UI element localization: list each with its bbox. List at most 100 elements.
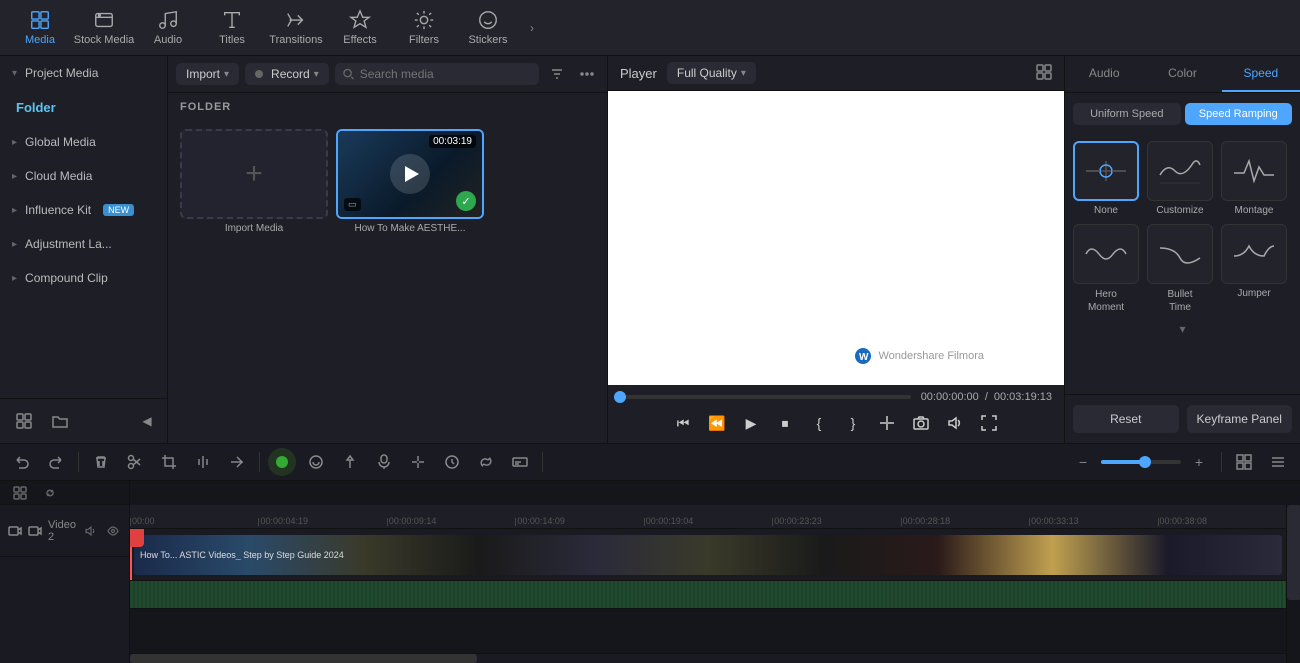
tl-more-button[interactable]	[223, 448, 251, 476]
timeline-tracks-wrapper: Video 2 00:00	[0, 505, 1300, 663]
record-button[interactable]: Record ▾	[245, 63, 329, 85]
progress-bar[interactable]	[620, 395, 911, 399]
timeline-left-icons	[0, 481, 130, 505]
sidebar-item-cloud-media[interactable]: ▸ Cloud Media	[0, 159, 167, 193]
left-panel-bottom: ◀	[0, 398, 167, 443]
zoom-track[interactable]	[1101, 460, 1181, 464]
speed-card-montage[interactable]: Montage	[1221, 141, 1287, 216]
player-progress: 00:00:00:00 / 00:03:19:13	[620, 391, 1052, 403]
sidebar-item-adjustment-layer[interactable]: ▸ Adjustment La...	[0, 227, 167, 261]
tl-record-button[interactable]	[268, 448, 296, 476]
keyframe-panel-button[interactable]: Keyframe Panel	[1187, 405, 1293, 433]
mark-out-button[interactable]: }	[839, 409, 867, 437]
timeline-right: 00:00 00:00:04:19 00:00:09:14 00:00:14:0…	[130, 505, 1286, 663]
tl-layout-button[interactable]	[1230, 448, 1258, 476]
media-panel: Import ▾ Record ▾ FOL	[168, 56, 608, 443]
skip-back-button[interactable]: ⏮	[669, 409, 697, 437]
tl-color-button[interactable]	[302, 448, 330, 476]
zoom-in-button[interactable]: +	[1185, 448, 1213, 476]
tl-audio-detach-button[interactable]	[404, 448, 432, 476]
sidebar-item-folder[interactable]: Folder	[0, 90, 167, 125]
player-header-icons	[1036, 64, 1052, 83]
video-thumb-name: How To Make AESTHE...	[336, 223, 484, 234]
timeline-scrollbar[interactable]	[130, 653, 1286, 663]
speed-card-montage-icon	[1221, 141, 1287, 201]
right-tabs: Audio Color Speed	[1065, 56, 1300, 93]
sidebar-item-influence-kit[interactable]: ▸ Influence Kit NEW	[0, 193, 167, 227]
speed-card-jumper[interactable]: Jumper	[1221, 224, 1287, 314]
speed-card-jumper-icon	[1221, 224, 1287, 284]
toolbar-more-btn[interactable]: ›	[520, 2, 544, 54]
fullscreen-button[interactable]	[975, 409, 1003, 437]
tl-subtitle-button[interactable]	[506, 448, 534, 476]
toolbar-stickers[interactable]: Stickers	[456, 2, 520, 54]
player-settings-icon[interactable]	[1036, 64, 1052, 83]
mark-in-button[interactable]: {	[805, 409, 833, 437]
progress-thumb[interactable]	[614, 391, 626, 403]
toolbar-filters[interactable]: Filters	[392, 2, 456, 54]
frame-back-button[interactable]: ⏪	[703, 409, 731, 437]
tl-speed-button[interactable]	[438, 448, 466, 476]
tl-crop-button[interactable]	[155, 448, 183, 476]
thumb-check-icon: ✓	[456, 191, 476, 211]
toolbar-media[interactable]: Media	[8, 2, 72, 54]
tl-options-button[interactable]	[1264, 448, 1292, 476]
split-button[interactable]	[873, 409, 901, 437]
tl-microphone-button[interactable]	[370, 448, 398, 476]
timeline-left-controls: Video 2	[0, 505, 130, 663]
speed-card-none[interactable]: None	[1073, 141, 1139, 216]
toolbar-stock-media[interactable]: Stock Media	[72, 2, 136, 54]
tab-audio[interactable]: Audio	[1065, 56, 1143, 92]
speed-ramping-button[interactable]: Speed Ramping	[1185, 103, 1293, 125]
right-panel: Audio Color Speed Uniform Speed Speed Ra…	[1065, 56, 1300, 443]
tl-marker-button[interactable]	[336, 448, 364, 476]
sidebar-item-project-media[interactable]: ▾ Project Media	[0, 56, 167, 90]
speed-card-jumper-label: Jumper	[1237, 288, 1270, 299]
tl-redo-button[interactable]	[42, 448, 70, 476]
tab-speed[interactable]: Speed	[1222, 56, 1300, 92]
tl-split-audio-button[interactable]	[189, 448, 217, 476]
tab-color[interactable]: Color	[1143, 56, 1221, 92]
track-volume-icon[interactable]	[82, 522, 100, 540]
toolbar-titles[interactable]: Titles	[200, 2, 264, 54]
filmora-watermark: W Wondershare Filmora	[854, 347, 984, 365]
timeline-clip-video[interactable]: How To... ASTIC Videos_ Step by Step Gui…	[134, 535, 1282, 575]
expand-speed-cards-button[interactable]: ▾	[1179, 322, 1185, 336]
play-button[interactable]: ▶	[737, 409, 765, 437]
toolbar-effects[interactable]: Effects	[328, 2, 392, 54]
toolbar-audio[interactable]: Audio	[136, 2, 200, 54]
sidebar-item-global-media[interactable]: ▸ Global Media	[0, 125, 167, 159]
scrollbar-thumb[interactable]	[130, 654, 477, 663]
sidebar-item-compound-clip[interactable]: ▸ Compound Clip	[0, 261, 167, 295]
vertical-scrollbar-thumb[interactable]	[1287, 505, 1300, 600]
add-track-button[interactable]	[8, 481, 32, 505]
collapse-panel-button[interactable]: ◀	[137, 411, 157, 431]
playhead-marker	[130, 529, 144, 547]
folder-button[interactable]	[46, 407, 74, 435]
speed-card-customize[interactable]: Customize	[1147, 141, 1213, 216]
player-label: Player	[620, 66, 657, 81]
track-visibility-icon[interactable]	[104, 522, 122, 540]
tl-cut-button[interactable]	[121, 448, 149, 476]
speed-card-bullet-time[interactable]: BulletTime	[1147, 224, 1213, 314]
import-button[interactable]: Import ▾	[176, 63, 239, 85]
snapshot-button[interactable]	[907, 409, 935, 437]
add-media-button[interactable]	[10, 407, 38, 435]
filter-icon[interactable]	[545, 62, 569, 86]
search-input[interactable]	[360, 67, 531, 81]
toolbar-transitions[interactable]: Transitions	[264, 2, 328, 54]
tl-undo-button[interactable]	[8, 448, 36, 476]
volume-button[interactable]	[941, 409, 969, 437]
link-tracks-button[interactable]	[38, 481, 62, 505]
speed-card-hero-moment[interactable]: HeroMoment	[1073, 224, 1139, 314]
tl-delete-button[interactable]	[87, 448, 115, 476]
stop-button[interactable]: ⏹	[771, 409, 799, 437]
reset-button[interactable]: Reset	[1073, 405, 1179, 433]
import-media-thumb[interactable]: +	[180, 129, 328, 219]
quality-select[interactable]: Full Quality ▾	[667, 62, 756, 84]
uniform-speed-button[interactable]: Uniform Speed	[1073, 103, 1181, 125]
more-options-icon[interactable]	[575, 62, 599, 86]
zoom-out-button[interactable]: −	[1069, 448, 1097, 476]
video-thumb[interactable]: 00:03:19 ▭ ✓	[336, 129, 484, 219]
tl-link-button[interactable]	[472, 448, 500, 476]
